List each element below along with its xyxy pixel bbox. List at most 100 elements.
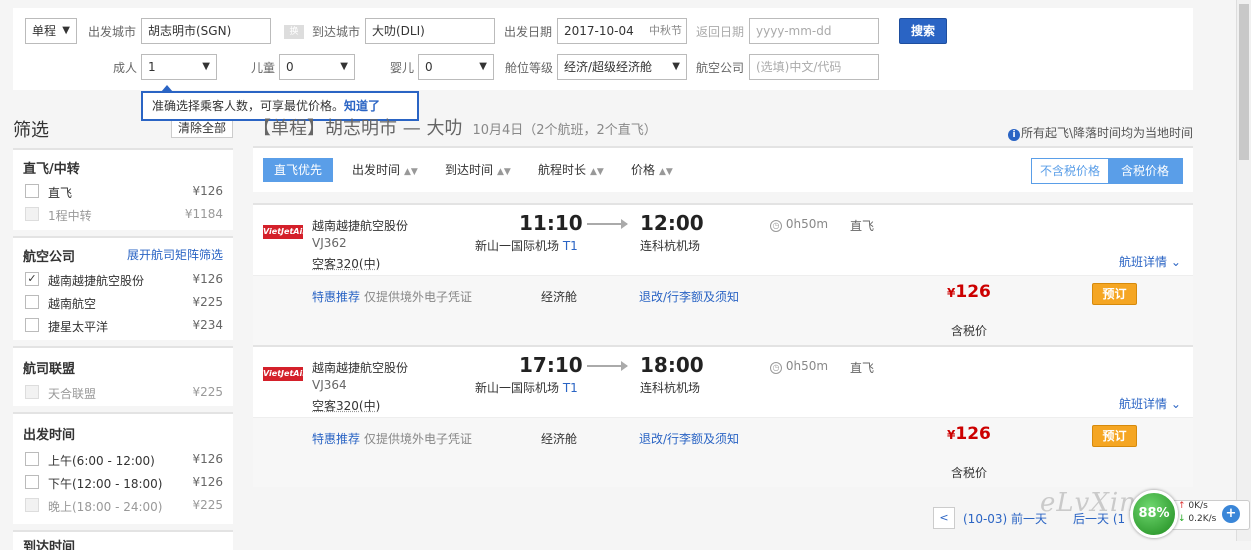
filter-group-alliance: 航司联盟 天合联盟 ¥225 bbox=[13, 346, 233, 406]
promo-tag[interactable]: 特惠推荐 bbox=[312, 432, 360, 446]
search-button[interactable]: 搜索 bbox=[899, 18, 947, 44]
upload-speed: ↑ 0K/s bbox=[1178, 501, 1208, 511]
filter-item-morning[interactable]: 上午(6:00 - 12:00) ¥126 bbox=[25, 451, 223, 469]
download-speed-value: 0.2K/s bbox=[1188, 514, 1217, 524]
filter-item-price: ¥126 bbox=[192, 452, 223, 466]
cabin-class: 经济舱 bbox=[541, 432, 578, 446]
promo-desc: 仅提供境外电子凭证 bbox=[364, 432, 473, 446]
fare-row: 特惠推荐 仅提供境外电子凭证 经济舱 退改/行李额及须知 ¥126 预订 含税价 bbox=[253, 275, 1193, 345]
flight-detail-label: 航班详情 bbox=[1119, 397, 1168, 411]
arrow-right-icon bbox=[587, 219, 628, 229]
tooltip-dismiss-link[interactable]: 知道了 bbox=[344, 99, 380, 113]
checkbox[interactable] bbox=[25, 318, 39, 332]
network-speed-widget[interactable]: 88% ↑ 0K/s ↓ 0.2K/s + bbox=[1130, 490, 1250, 540]
expand-airline-matrix-link[interactable]: 展开航司矩阵筛选 bbox=[127, 246, 223, 263]
promo: 特惠推荐 仅提供境外电子凭证 bbox=[312, 288, 472, 305]
prev-day-link[interactable]: (10-03) 前一天 bbox=[963, 510, 1047, 527]
sort-duration[interactable]: 航程时长 ▲▼ bbox=[538, 158, 604, 182]
sort-direct-first[interactable]: 直飞优先 bbox=[263, 158, 333, 182]
trip-type-select[interactable]: 单程 ▼ bbox=[25, 18, 77, 44]
clear-all-button[interactable]: 清除全部 bbox=[171, 118, 233, 138]
checkbox[interactable] bbox=[25, 475, 39, 489]
adult-value: 1 bbox=[148, 60, 156, 74]
filter-group-airline: 航空公司 展开航司矩阵筛选 ✓ 越南越捷航空股份 ¥126 越南航空 ¥225 … bbox=[13, 236, 233, 340]
filter-item-price: ¥126 bbox=[192, 272, 223, 286]
sort-label: 航程时长 bbox=[538, 163, 587, 177]
checkbox bbox=[25, 498, 39, 512]
depart-city-input[interactable]: 胡志明市(SGN) bbox=[141, 18, 271, 44]
airline-name: 越南越捷航空股份 bbox=[312, 361, 409, 375]
promo-tag[interactable]: 特惠推荐 bbox=[312, 290, 360, 304]
book-button[interactable]: 预订 bbox=[1092, 425, 1137, 447]
holiday-tag: 中秋节 bbox=[649, 24, 682, 37]
checkbox-checked[interactable]: ✓ bbox=[25, 272, 39, 286]
checkbox[interactable] bbox=[25, 184, 39, 198]
direct-label: 直飞 bbox=[850, 219, 875, 233]
sort-arrows-icon: ▲▼ bbox=[497, 167, 511, 177]
sort-depart-time[interactable]: 出发时间 ▲▼ bbox=[352, 158, 418, 182]
infant-select[interactable]: 0 ▼ bbox=[418, 54, 494, 80]
results-header: 【单程】胡志明市 — 大叻 10月4日（2个航班，2个直飞） bbox=[253, 114, 657, 140]
filter-title: 筛选 bbox=[13, 120, 49, 141]
rules-link[interactable]: 退改/行李额及须知 bbox=[639, 288, 739, 305]
flight-card: VietJetAir 越南越捷航空股份 VJ364 空客320(中) 17:10… bbox=[253, 345, 1193, 487]
filter-group-title: 航司联盟 bbox=[23, 362, 76, 377]
depart-airport-name: 新山一国际机场 bbox=[475, 381, 560, 395]
upload-speed-value: 0K/s bbox=[1188, 501, 1208, 511]
chevron-down-icon: ⌄ bbox=[1170, 397, 1181, 411]
duration: ◷ 0h50m bbox=[770, 217, 828, 232]
filter-group-title: 到达时间 bbox=[23, 540, 76, 550]
child-label: 儿童 bbox=[251, 61, 276, 75]
child-select[interactable]: 0 ▼ bbox=[279, 54, 355, 80]
adult-label: 成人 bbox=[113, 61, 138, 75]
book-button[interactable]: 预订 bbox=[1092, 283, 1137, 305]
arrow-right-icon bbox=[587, 361, 628, 371]
page-scrollbar[interactable] bbox=[1236, 0, 1251, 541]
aircraft-type[interactable]: 空客320(中) bbox=[312, 397, 380, 414]
promo-desc: 仅提供境外电子凭证 bbox=[364, 290, 473, 304]
flight-detail-link[interactable]: 航班详情 ⌄ bbox=[1119, 253, 1181, 270]
depart-time: 17:10 bbox=[519, 353, 583, 377]
filter-item-price: ¥234 bbox=[192, 318, 223, 332]
filter-item-airline[interactable]: 捷星太平洋 ¥234 bbox=[25, 317, 223, 335]
filter-group-title: 直飞/中转 bbox=[23, 162, 80, 177]
filter-item-direct[interactable]: 直飞 ¥126 bbox=[25, 183, 223, 201]
filter-item-label: 1程中转 bbox=[48, 209, 92, 223]
prev-day-arrow[interactable]: < bbox=[933, 507, 955, 529]
duration-value: 0h50m bbox=[785, 359, 829, 373]
chevron-down-icon: ▼ bbox=[202, 61, 210, 72]
flight-number: VJ364 bbox=[312, 378, 347, 392]
return-date-input[interactable]: yyyy-mm-dd bbox=[749, 18, 879, 44]
adult-select[interactable]: 1 ▼ bbox=[141, 54, 217, 80]
aircraft-type[interactable]: 空客320(中) bbox=[312, 255, 380, 272]
filter-item-afternoon[interactable]: 下午(12:00 - 18:00) ¥126 bbox=[25, 474, 223, 492]
arrive-city-input[interactable]: 大叻(DLI) bbox=[365, 18, 495, 44]
depart-airport: 新山一国际机场 T1 bbox=[475, 379, 578, 396]
filter-group-title: 航空公司 bbox=[23, 250, 76, 265]
info-icon: i bbox=[1008, 129, 1020, 141]
tax-included-label: 含税价 bbox=[951, 324, 988, 338]
tax-excluded-option[interactable]: 不含税价格 bbox=[1032, 159, 1108, 183]
depart-date-value: 2017-10-04 bbox=[564, 24, 634, 38]
flight-card: VietJetAir 越南越捷航空股份 VJ362 空客320(中) 11:10… bbox=[253, 203, 1193, 345]
cabin-select[interactable]: 经济/超级经济舱 ▼ bbox=[557, 54, 687, 80]
checkbox[interactable] bbox=[25, 295, 39, 309]
airline-input[interactable]: (选填)中文/代码 bbox=[749, 54, 879, 80]
tax-included-option[interactable]: 含税价格 bbox=[1108, 159, 1182, 183]
scrollbar-thumb[interactable] bbox=[1239, 4, 1249, 160]
cabin-class: 经济舱 bbox=[541, 290, 578, 304]
tax-included-label: 含税价 bbox=[951, 466, 988, 480]
sort-price[interactable]: 价格 ▲▼ bbox=[631, 158, 673, 182]
filter-item-alliance: 天合联盟 ¥225 bbox=[25, 384, 223, 402]
filter-item-airline[interactable]: 越南航空 ¥225 bbox=[25, 294, 223, 312]
swap-cities-button[interactable]: 换 bbox=[284, 25, 304, 39]
filter-item-airline[interactable]: ✓ 越南越捷航空股份 ¥126 bbox=[25, 271, 223, 289]
depart-time: 11:10 bbox=[519, 211, 583, 235]
checkbox[interactable] bbox=[25, 452, 39, 466]
depart-date-input[interactable]: 2017-10-04 中秋节 bbox=[557, 18, 687, 44]
sort-arrive-time[interactable]: 到达时间 ▲▼ bbox=[445, 158, 511, 182]
plus-icon[interactable]: + bbox=[1222, 505, 1240, 523]
net-usage-circle[interactable]: 88% bbox=[1130, 490, 1178, 538]
flight-detail-link[interactable]: 航班详情 ⌄ bbox=[1119, 395, 1181, 412]
rules-link[interactable]: 退改/行李额及须知 bbox=[639, 430, 739, 447]
